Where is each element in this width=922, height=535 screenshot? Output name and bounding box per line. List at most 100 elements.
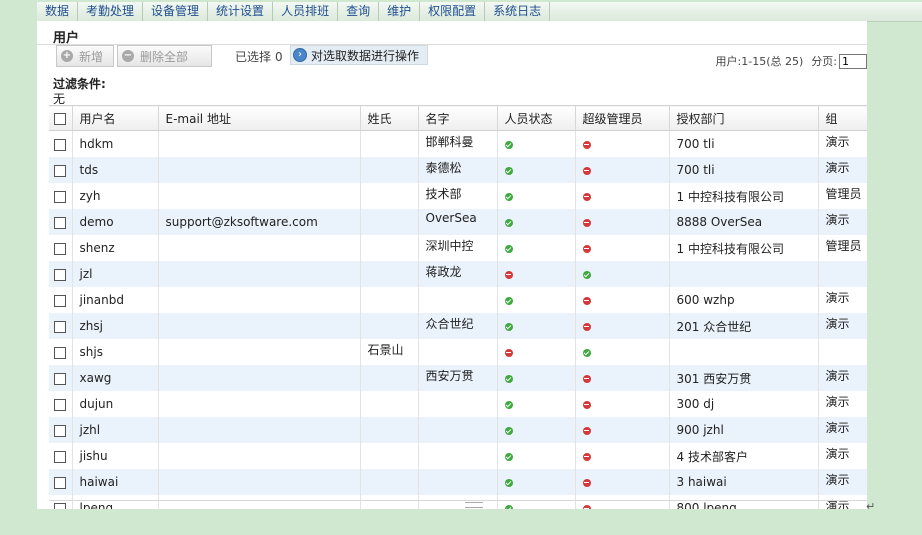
check-icon xyxy=(504,478,513,487)
cell-active xyxy=(497,391,576,417)
row-checkbox-cell[interactable] xyxy=(49,209,73,235)
nav-item-1[interactable]: 考勤处理 xyxy=(78,2,144,21)
row-checkbox-cell[interactable] xyxy=(49,339,73,365)
row-checkbox-cell[interactable] xyxy=(49,469,73,495)
cell-email xyxy=(158,391,361,417)
resize-grip[interactable] xyxy=(465,502,483,508)
table-row[interactable]: tds 泰德松 700 tli 演示 xyxy=(49,157,867,183)
row-checkbox[interactable] xyxy=(54,320,67,333)
row-checkbox-cell[interactable] xyxy=(49,183,73,209)
row-checkbox[interactable] xyxy=(54,190,67,203)
row-checkbox[interactable] xyxy=(54,294,67,307)
cell-superuser xyxy=(575,130,670,157)
row-checkbox-cell[interactable] xyxy=(49,313,73,339)
cell-dept: 700 tli xyxy=(669,157,819,183)
row-checkbox-cell[interactable] xyxy=(49,443,73,469)
select-all-checkbox-cell[interactable] xyxy=(49,105,73,131)
row-checkbox-cell[interactable] xyxy=(49,261,73,287)
table-row[interactable]: dujun 300 dj 演示 xyxy=(49,391,867,417)
cell-dept: 3 haiwai xyxy=(669,469,819,495)
column-header-7[interactable]: 组 xyxy=(818,105,867,131)
table-row[interactable]: xawg 西安万贯 301 西安万贯 演示 xyxy=(49,365,867,391)
row-checkbox[interactable] xyxy=(54,502,67,509)
cell-active xyxy=(497,313,576,339)
row-checkbox[interactable] xyxy=(54,346,67,359)
cell-group: 演示 xyxy=(818,443,867,469)
nav-item-5[interactable]: 查询 xyxy=(338,2,380,21)
table-row[interactable]: shenz 深圳中控 1 中控科技有限公司 管理员 xyxy=(49,235,867,261)
row-checkbox[interactable] xyxy=(54,398,67,411)
column-header-4[interactable]: 人员状态 xyxy=(497,105,576,131)
row-checkbox[interactable] xyxy=(54,268,67,281)
table-row[interactable]: jzl 蒋政龙 xyxy=(49,261,867,287)
column-header-5[interactable]: 超级管理员 xyxy=(575,105,670,131)
plus-icon: + xyxy=(61,50,73,62)
cell-first_name-text: 技术部 xyxy=(425,187,462,201)
pager-summary: 用户:1-15(总 25) xyxy=(715,55,804,68)
cell-email xyxy=(158,235,361,261)
row-checkbox-cell[interactable] xyxy=(49,287,73,313)
cell-username: jzl xyxy=(72,261,159,287)
row-checkbox[interactable] xyxy=(54,242,67,255)
row-checkbox[interactable] xyxy=(54,164,67,177)
nav-item-8[interactable]: 系统日志 xyxy=(485,2,551,21)
cell-superuser xyxy=(575,495,670,509)
row-checkbox[interactable] xyxy=(54,216,67,229)
cell-last_name xyxy=(360,209,419,235)
row-checkbox-cell[interactable] xyxy=(49,130,73,157)
column-header-6[interactable]: 授权部门 xyxy=(669,105,819,131)
table-row[interactable]: haiwai 3 haiwai 演示 xyxy=(49,469,867,495)
table-row[interactable]: jinanbd 600 wzhp 演示 xyxy=(49,287,867,313)
cell-group-text: 演示 xyxy=(825,291,850,305)
cell-active xyxy=(497,365,576,391)
table-row[interactable]: zyh 技术部 1 中控科技有限公司 管理员 xyxy=(49,183,867,209)
select-all-checkbox[interactable] xyxy=(54,112,67,125)
table-row[interactable]: hdkm 邯郸科曼 700 tli 演示 xyxy=(49,130,867,157)
row-checkbox-cell[interactable] xyxy=(49,235,73,261)
column-header-2[interactable]: 姓氏 xyxy=(360,105,419,131)
row-checkbox[interactable] xyxy=(54,424,67,437)
nav-item-4[interactable]: 人员排班 xyxy=(273,2,339,21)
selected-action-button[interactable]: › 对选取数据进行操作 xyxy=(290,45,429,65)
cell-first_name: 泰德松 xyxy=(418,157,498,183)
nav-item-7[interactable]: 权限配置 xyxy=(420,2,486,21)
add-button[interactable]: + 新增 xyxy=(56,45,114,67)
delete-all-button[interactable]: − 删除全部 xyxy=(117,45,212,67)
nav-item-2[interactable]: 设备管理 xyxy=(143,2,209,21)
cell-group-text: 演示 xyxy=(825,395,850,409)
cell-dept: 900 jzhl xyxy=(669,417,819,443)
column-header-1[interactable]: E-mail 地址 xyxy=(158,105,361,131)
nav-item-3[interactable]: 统计设置 xyxy=(208,2,274,21)
row-checkbox[interactable] xyxy=(54,138,67,151)
row-checkbox[interactable] xyxy=(54,476,67,489)
table-row[interactable]: zhsj 众合世纪 201 众合世纪 演示 xyxy=(49,313,867,339)
table-row[interactable]: jzhl 900 jzhl 演示 xyxy=(49,417,867,443)
no-entry-icon xyxy=(582,478,591,487)
nav-item-6[interactable]: 维护 xyxy=(379,2,421,21)
cell-first_name xyxy=(418,495,498,509)
no-entry-icon xyxy=(582,218,591,227)
row-checkbox[interactable] xyxy=(54,372,67,385)
row-checkbox-cell[interactable] xyxy=(49,365,73,391)
row-checkbox-cell[interactable] xyxy=(49,157,73,183)
cell-dept-text: 1 中控科技有限公司 xyxy=(676,189,784,204)
table-header-row: 用户名 E-mail 地址 姓氏 名字 人员状态 超级管理员 授权部门组 xyxy=(49,105,867,131)
cell-dept-text: 301 西安万贯 xyxy=(676,371,752,386)
cell-first_name-text: 泰德松 xyxy=(425,161,462,175)
row-checkbox-cell[interactable] xyxy=(49,417,73,443)
cell-first_name: 技术部 xyxy=(418,183,498,209)
table-row[interactable]: shjs 石景山 xyxy=(49,339,867,365)
table-row[interactable]: lpeng 800 lpeng 演示 xyxy=(49,495,867,509)
nav-item-0[interactable]: 数据 xyxy=(37,2,79,21)
cell-active xyxy=(497,235,576,261)
column-header-3[interactable]: 名字 xyxy=(418,105,498,131)
row-checkbox-cell[interactable] xyxy=(49,495,73,509)
column-header-0[interactable]: 用户名 xyxy=(72,105,159,131)
row-checkbox[interactable] xyxy=(54,450,67,463)
page-number-input[interactable] xyxy=(839,53,867,69)
row-checkbox-cell[interactable] xyxy=(49,391,73,417)
cell-first_name xyxy=(418,469,498,495)
table-row[interactable]: demo support@zksoftware.com OverSea 8888 Ov… xyxy=(49,209,867,235)
table-row[interactable]: jishu 4 技术部客户 演示 xyxy=(49,443,867,469)
cell-last_name xyxy=(360,287,419,313)
